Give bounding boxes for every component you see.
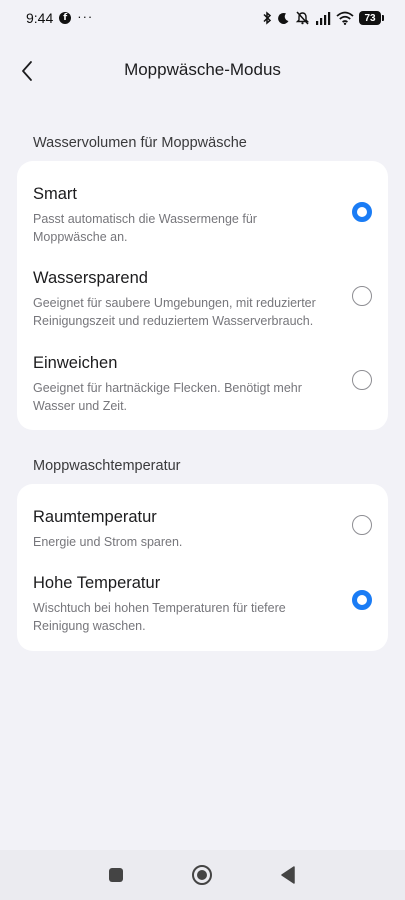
page-title: Moppwäsche-Modus [124, 60, 281, 79]
option-einweichen[interactable]: Einweichen Geeignet für hartnäckige Flec… [17, 354, 388, 414]
option-smart[interactable]: Smart Passt automatisch die Wassermenge … [17, 185, 388, 245]
mute-icon [295, 11, 310, 25]
radio-einweichen[interactable] [352, 370, 372, 390]
bluetooth-icon [263, 11, 272, 25]
facebook-icon: f [59, 12, 72, 24]
nav-back-triangle-icon [281, 866, 295, 884]
nav-back-button[interactable] [276, 863, 300, 887]
header: Moppwäsche-Modus [0, 46, 405, 96]
moon-icon [278, 12, 289, 24]
option-title: Einweichen [33, 354, 118, 372]
option-title: Raumtemperatur [33, 508, 157, 526]
wifi-icon [336, 11, 354, 25]
radio-smart[interactable] [352, 202, 372, 222]
option-title: Wassersparend [33, 269, 148, 287]
water-volume-card: Smart Passt automatisch die Wassermenge … [17, 161, 388, 430]
option-description: Energie und Strom sparen. [33, 535, 183, 549]
nav-home-square-icon [109, 868, 123, 882]
battery-icon: 73 [359, 11, 384, 25]
option-wassersparend[interactable]: Wassersparend Geeignet für saubere Umgeb… [17, 269, 388, 329]
option-description: Passt automatisch die Wassermenge für Mo… [33, 212, 257, 244]
signal-icon [316, 11, 331, 25]
screen: 9:44 f ··· 73 Moppwäsche-Modus Wasservol… [0, 0, 405, 900]
radio-hohe-temperatur[interactable] [352, 590, 372, 610]
option-raumtemperatur[interactable]: Raumtemperatur Energie und Strom sparen. [17, 508, 388, 549]
option-hohe-temperatur[interactable]: Hohe Temperatur Wischtuch bei hohen Temp… [17, 574, 388, 634]
temperature-section-title: Moppwaschtemperatur [33, 458, 181, 474]
temperature-card: Raumtemperatur Energie und Strom sparen.… [17, 484, 388, 651]
status-time: 9:44 [26, 10, 54, 26]
nav-circle-icon [192, 865, 212, 885]
system-nav-bar [0, 850, 405, 900]
option-title: Smart [33, 185, 78, 203]
option-description: Wischtuch bei hohen Temperaturen für tie… [33, 601, 286, 633]
more-notifications-icon: ··· [77, 8, 94, 24]
option-title: Hohe Temperatur [33, 574, 161, 592]
status-bar: 9:44 f ··· 73 [0, 0, 405, 36]
nav-home-button[interactable] [190, 863, 214, 887]
radio-raumtemperatur[interactable] [352, 515, 372, 535]
radio-wassersparend[interactable] [352, 286, 372, 306]
option-description: Geeignet für hartnäckige Flecken. Benöti… [33, 381, 302, 413]
water-section-title: Wasservolumen für Moppwäsche [33, 135, 247, 151]
option-description: Geeignet für saubere Umgebungen, mit red… [33, 296, 316, 328]
nav-recents-button[interactable] [104, 863, 128, 887]
